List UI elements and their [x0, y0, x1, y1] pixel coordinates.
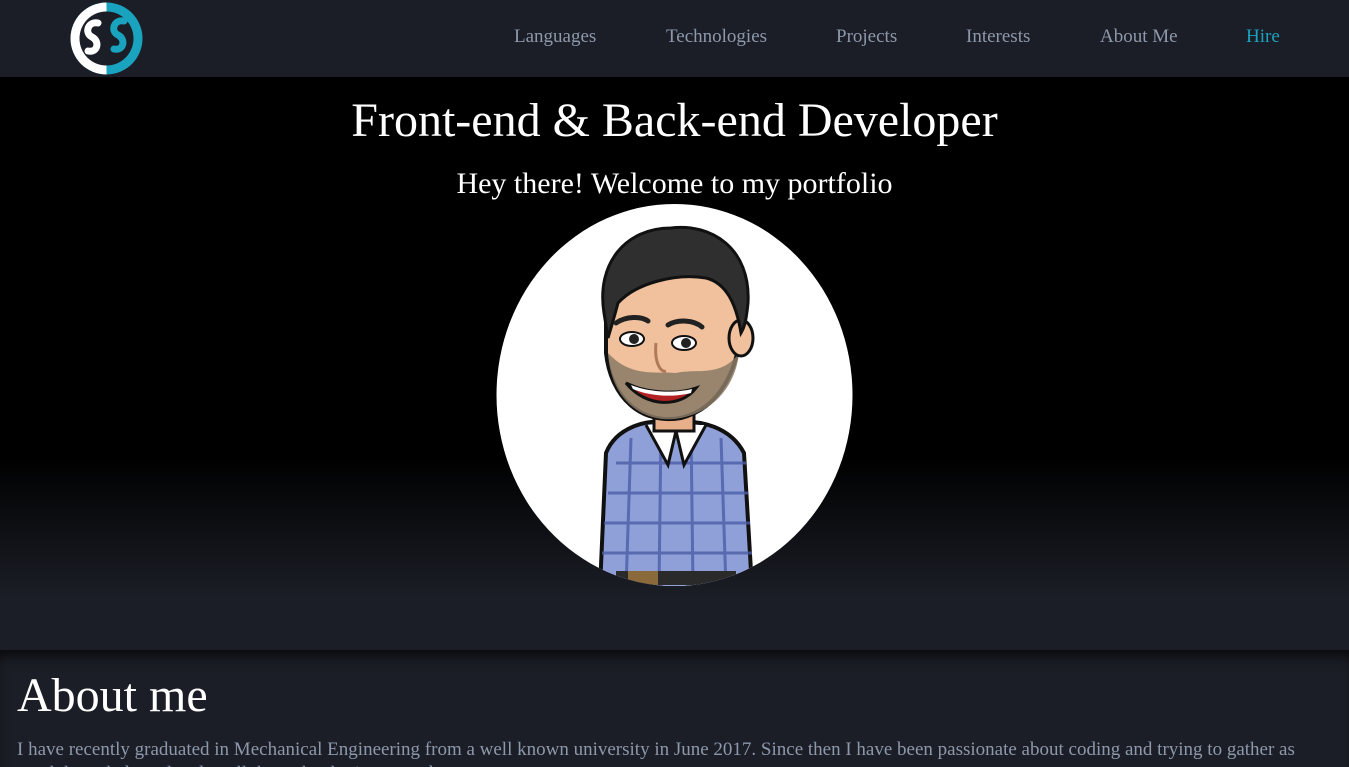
navbar: Languages Technologies Projects Interest…	[0, 0, 1349, 77]
about-text: I have recently graduated in Mechanical …	[17, 739, 1295, 767]
hero-title: Front-end & Back-end Developer	[351, 94, 998, 147]
about-title: About me	[17, 669, 208, 722]
nav-link-interests[interactable]: Interests	[966, 26, 1030, 48]
hero-subtitle: Hey there! Welcome to my portfolio	[456, 167, 893, 200]
nav-link-projects[interactable]: Projects	[836, 26, 897, 48]
nav-link-technologies[interactable]: Technologies	[666, 26, 767, 48]
bitmoji-avatar-icon	[496, 204, 853, 586]
nav-link-hire[interactable]: Hire	[1246, 26, 1280, 48]
about-section: About me I have recently graduated in Me…	[0, 650, 1349, 767]
nav-link-languages[interactable]: Languages	[514, 26, 596, 48]
nav-link-about-me[interactable]: About Me	[1100, 26, 1178, 48]
hero-section: Front-end & Back-end Developer Hey there…	[0, 77, 1349, 650]
main-nav: Languages Technologies Projects Interest…	[0, 0, 1349, 77]
